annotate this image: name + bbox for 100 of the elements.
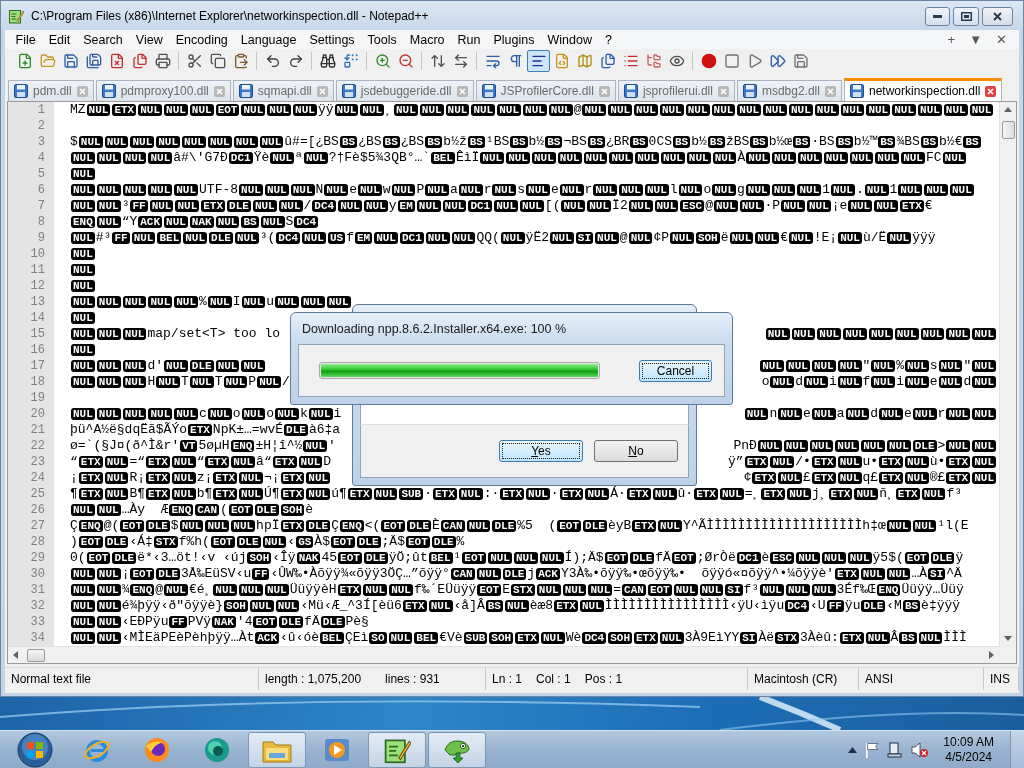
code-text: %: [456, 534, 465, 550]
control-character: NUL: [174, 408, 199, 420]
control-character: BS: [963, 136, 981, 148]
control-character: DLE: [236, 536, 261, 548]
close-icon[interactable]: [985, 85, 997, 97]
control-character: NUL: [539, 552, 564, 564]
file-tab[interactable]: pdmproxy100.dll: [95, 80, 231, 101]
code-text: ‹: [287, 534, 296, 550]
control-character: ENQ: [230, 440, 255, 452]
control-character: EOT: [210, 536, 235, 548]
menu-item[interactable]: Language: [234, 32, 303, 47]
taskbar-button[interactable]: [428, 732, 486, 768]
control-character: NUL: [943, 104, 968, 116]
control-character: DLE: [254, 504, 279, 516]
code-text: e: [349, 182, 357, 198]
vertical-scrollbar[interactable]: [999, 102, 1016, 646]
add-button[interactable]: +: [947, 31, 956, 48]
line-number: 2: [8, 118, 54, 134]
code-text: ¾: [121, 582, 130, 598]
file-tab[interactable]: networkinspection.dll: [843, 78, 1003, 101]
menu-item[interactable]: Tools: [361, 32, 404, 47]
horizontal-scrollbar[interactable]: [8, 646, 999, 663]
code-text: B¶: [129, 486, 146, 502]
right-arrow-icon[interactable]: [988, 651, 995, 659]
dropdown-button[interactable]: ▼: [969, 31, 982, 48]
control-character: NUL: [71, 312, 95, 324]
control-character: ETX: [900, 200, 924, 212]
file-tab[interactable]: jsdebuggeride.dll: [335, 80, 474, 101]
code-text: ·BS: [811, 134, 835, 150]
dialog-button[interactable]: No: [594, 440, 678, 462]
control-character: EOT: [78, 536, 103, 548]
control-character: NUL: [428, 600, 453, 612]
control-character: NUL: [787, 488, 811, 500]
code-text: “Y: [121, 214, 138, 230]
toolbar-button[interactable]: [527, 50, 550, 72]
control-character: EOT: [671, 552, 696, 564]
file-tab[interactable]: pdm.dll: [8, 80, 94, 101]
menu-item[interactable]: View: [129, 32, 170, 47]
code-text: /: [281, 374, 290, 390]
code-text: H: [147, 374, 156, 390]
printer-icon: [154, 53, 171, 69]
minimize-button[interactable]: [925, 7, 950, 26]
control-character: NUL: [712, 152, 737, 164]
code-text: Y^ÃÌÌÌÌÌÌÌÌÌÌÌÌÌÌÌÌÌÌÌÌh‡œ: [682, 518, 886, 534]
control-character: CAN: [195, 504, 220, 516]
control-character: ETX: [280, 520, 305, 532]
down-arrow-icon[interactable]: [1004, 635, 1012, 642]
menu-item[interactable]: Macro: [403, 32, 452, 47]
control-character: NUL: [520, 200, 544, 212]
dialog-button[interactable]: Yes: [499, 440, 583, 462]
control-character: NUL: [267, 104, 292, 116]
control-character: NUL: [363, 584, 388, 596]
control-character: BS: [510, 136, 528, 148]
menu-item[interactable]: Window: [540, 32, 599, 47]
control-character: NUL: [131, 232, 156, 244]
line-number: 17: [8, 358, 54, 374]
left-arrow-icon[interactable]: [12, 651, 19, 659]
control-character: NUL: [583, 152, 608, 164]
code-text: @: [705, 198, 713, 214]
tray-button[interactable]: [911, 742, 930, 758]
menu-item[interactable]: Plugins: [486, 32, 541, 47]
up-arrow-icon[interactable]: [1004, 106, 1012, 113]
code-text: 3Àèû:: [799, 630, 839, 646]
close-button[interactable]: ✕: [996, 31, 1007, 48]
control-character: EM: [354, 232, 373, 244]
taskbar-button[interactable]: [368, 732, 426, 768]
cancel-button[interactable]: Cancel: [639, 359, 712, 382]
menu-item[interactable]: Run: [451, 32, 487, 47]
control-character: ETX: [811, 472, 836, 484]
menu-item[interactable]: Search: [76, 32, 130, 47]
close-button[interactable]: [982, 7, 1013, 26]
tray-button[interactable]: [865, 742, 880, 758]
code-text: €: [924, 198, 933, 214]
code-text: fÄ: [655, 550, 671, 566]
code-text: è‡ÿÿÿ: [921, 598, 961, 614]
control-character: NUL: [804, 376, 828, 388]
menu-item[interactable]: Edit: [42, 32, 77, 47]
code-text: ÿ5$(: [872, 550, 904, 566]
menu-item[interactable]: Settings: [302, 32, 362, 47]
control-character: NUL: [213, 584, 238, 596]
menu-item[interactable]: Encoding: [169, 32, 235, 47]
code-text: 1: [822, 182, 831, 198]
file-tab[interactable]: msdbg2.dll: [736, 80, 842, 101]
file-tab[interactable]: sqmapi.dll: [232, 80, 334, 101]
scrollbar-thumb[interactable]: [27, 648, 45, 662]
control-character: SI: [575, 232, 594, 244]
flag-icon: [865, 742, 880, 758]
file-tab[interactable]: JSProfilerCore.dll: [475, 80, 616, 101]
show-hidden-icons-button[interactable]: [848, 747, 858, 753]
code-text: ÜüÿÿèH: [289, 582, 337, 598]
file-tab[interactable]: jsprofilerui.dll: [617, 80, 735, 101]
control-character: NUL: [234, 232, 259, 244]
scrollbar-thumb[interactable]: [1001, 121, 1015, 139]
menu-item[interactable]: File: [9, 32, 43, 47]
control-character: NUL: [122, 296, 147, 308]
menu-item[interactable]: ?: [598, 32, 619, 47]
restore-button[interactable]: [953, 7, 979, 26]
tray-button[interactable]: [887, 742, 904, 758]
control-character: NUL: [445, 104, 470, 116]
control-character: NUL: [875, 152, 900, 164]
